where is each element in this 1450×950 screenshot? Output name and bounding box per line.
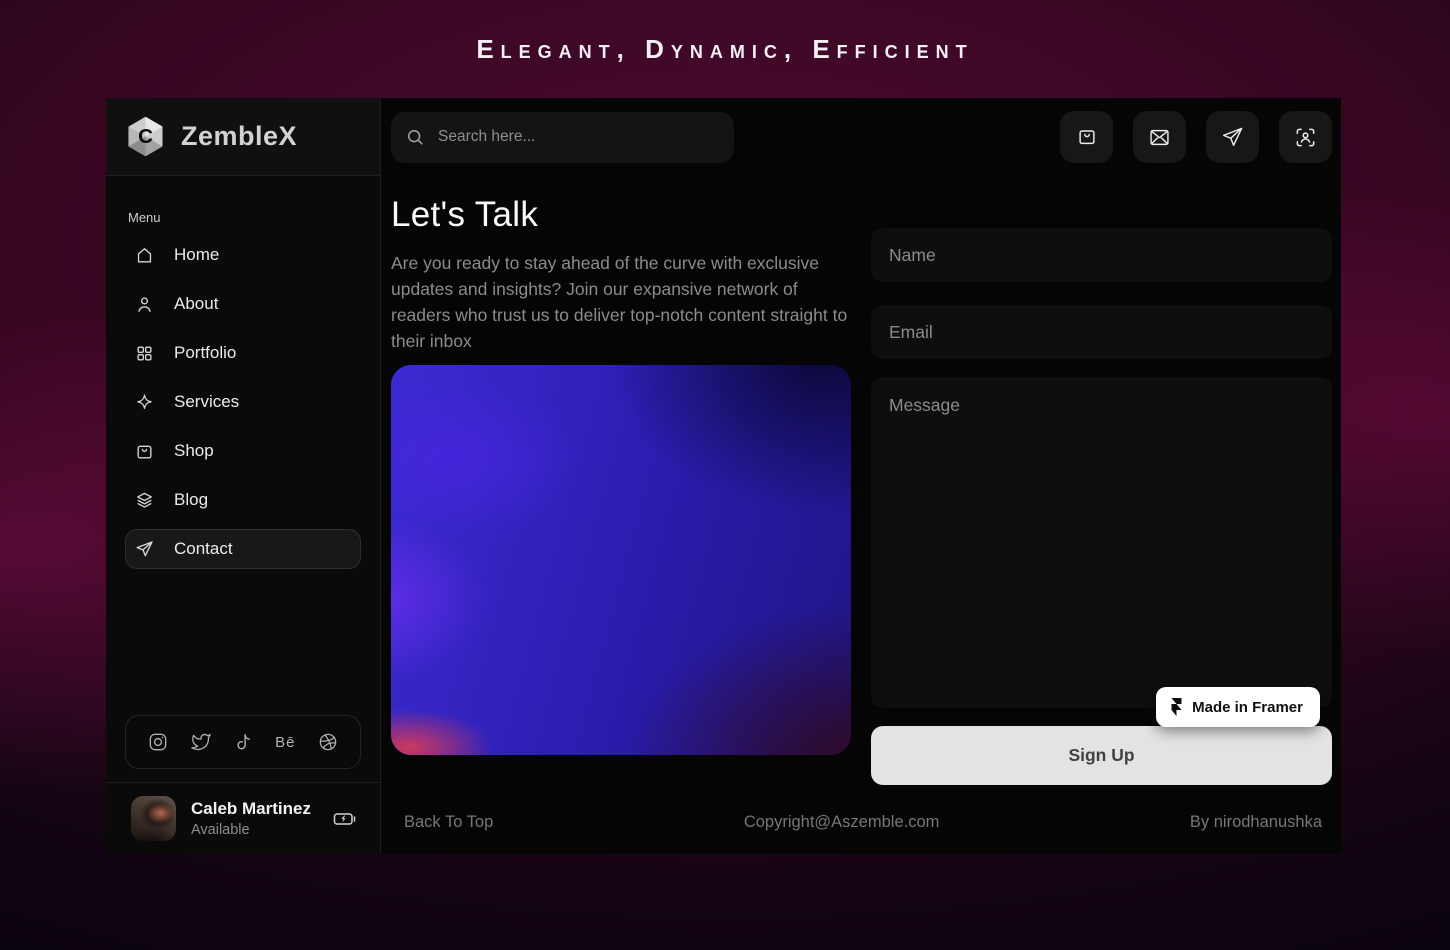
grid-icon	[135, 344, 154, 363]
profile-status: Available	[191, 822, 311, 838]
search-input[interactable]	[438, 128, 720, 146]
topbar	[391, 111, 1332, 163]
page-title: Let's Talk	[391, 195, 851, 235]
intro-column: Let's Talk Are you ready to stay ahead o…	[391, 195, 851, 785]
sidebar-item-services[interactable]: Services	[125, 382, 361, 422]
instagram-icon[interactable]	[148, 732, 168, 752]
content-area: Let's Talk Are you ready to stay ahead o…	[381, 98, 1341, 854]
sidebar-item-label: Portfolio	[174, 343, 236, 363]
user-profile[interactable]: Caleb Martinez Available	[106, 782, 380, 854]
search-icon	[405, 127, 425, 147]
page-tagline: Elegant, Dynamic, Efficient	[0, 34, 1450, 65]
svg-text:C: C	[138, 125, 153, 148]
message-field[interactable]	[871, 377, 1332, 708]
menu-section-label: Menu	[128, 210, 380, 225]
profile-text: Caleb Martinez Available	[191, 799, 311, 838]
page-description: Are you ready to stay ahead of the curve…	[391, 250, 851, 354]
behance-icon[interactable]: Bē	[275, 734, 295, 751]
back-to-top-link[interactable]: Back To Top	[404, 813, 493, 832]
paper-plane-icon	[1221, 126, 1244, 149]
sidebar-item-label: Contact	[174, 539, 233, 559]
framer-logo-icon	[1170, 698, 1183, 716]
avatar	[131, 796, 176, 841]
layers-icon	[135, 491, 154, 510]
tiktok-icon[interactable]	[233, 732, 253, 752]
dribbble-icon[interactable]	[318, 732, 338, 752]
shopping-bag-icon	[135, 442, 154, 461]
sidebar-item-about[interactable]: About	[125, 284, 361, 324]
brand-name: ZembleX	[181, 121, 297, 152]
mail-icon	[1148, 126, 1171, 149]
shopping-bag-button[interactable]	[1060, 111, 1113, 163]
search-bar[interactable]	[391, 112, 734, 163]
app-window: C ZembleX Menu Home About	[106, 98, 1341, 854]
sidebar: C ZembleX Menu Home About	[106, 98, 381, 854]
sidebar-item-portfolio[interactable]: Portfolio	[125, 333, 361, 373]
sidebar-nav: Home About Portfolio Services	[106, 235, 380, 578]
twitter-icon[interactable]	[191, 732, 211, 752]
hexagon-c-logo-icon: C	[124, 115, 167, 158]
name-field[interactable]	[871, 228, 1332, 282]
copyright-text: Copyright@Aszemble.com	[744, 813, 940, 832]
sidebar-item-label: Shop	[174, 441, 214, 461]
mail-button[interactable]	[1133, 111, 1186, 163]
member-button[interactable]	[1279, 111, 1332, 163]
home-icon	[135, 246, 154, 265]
footer: Back To Top Copyright@Aszemble.com By ni…	[404, 813, 1322, 832]
credit-link[interactable]: By nirodhanushka	[1190, 813, 1322, 832]
behance-glyph: Bē	[275, 734, 295, 751]
send-button[interactable]	[1206, 111, 1259, 163]
made-in-framer-badge[interactable]: Made in Framer	[1156, 687, 1320, 727]
sidebar-item-contact[interactable]: Contact	[125, 529, 361, 569]
profile-name: Caleb Martinez	[191, 799, 311, 819]
user-scan-icon	[1294, 126, 1317, 149]
paper-plane-icon	[135, 540, 154, 559]
sparkle-icon	[135, 393, 154, 412]
sidebar-item-blog[interactable]: Blog	[125, 480, 361, 520]
sidebar-item-shop[interactable]: Shop	[125, 431, 361, 471]
brand-header[interactable]: C ZembleX	[106, 98, 380, 176]
hero-gradient-image	[391, 365, 851, 755]
social-links: Bē	[125, 715, 361, 769]
sidebar-item-label: Services	[174, 392, 239, 412]
user-icon	[135, 295, 154, 314]
email-field[interactable]	[871, 305, 1332, 359]
sidebar-item-home[interactable]: Home	[125, 235, 361, 275]
sidebar-item-label: About	[174, 294, 218, 314]
badge-label: Made in Framer	[1192, 699, 1303, 716]
battery-charging-icon	[332, 808, 358, 830]
sidebar-item-label: Blog	[174, 490, 208, 510]
sidebar-item-label: Home	[174, 245, 219, 265]
shopping-bag-icon	[1076, 126, 1098, 148]
sign-up-button[interactable]: Sign Up	[871, 726, 1332, 785]
